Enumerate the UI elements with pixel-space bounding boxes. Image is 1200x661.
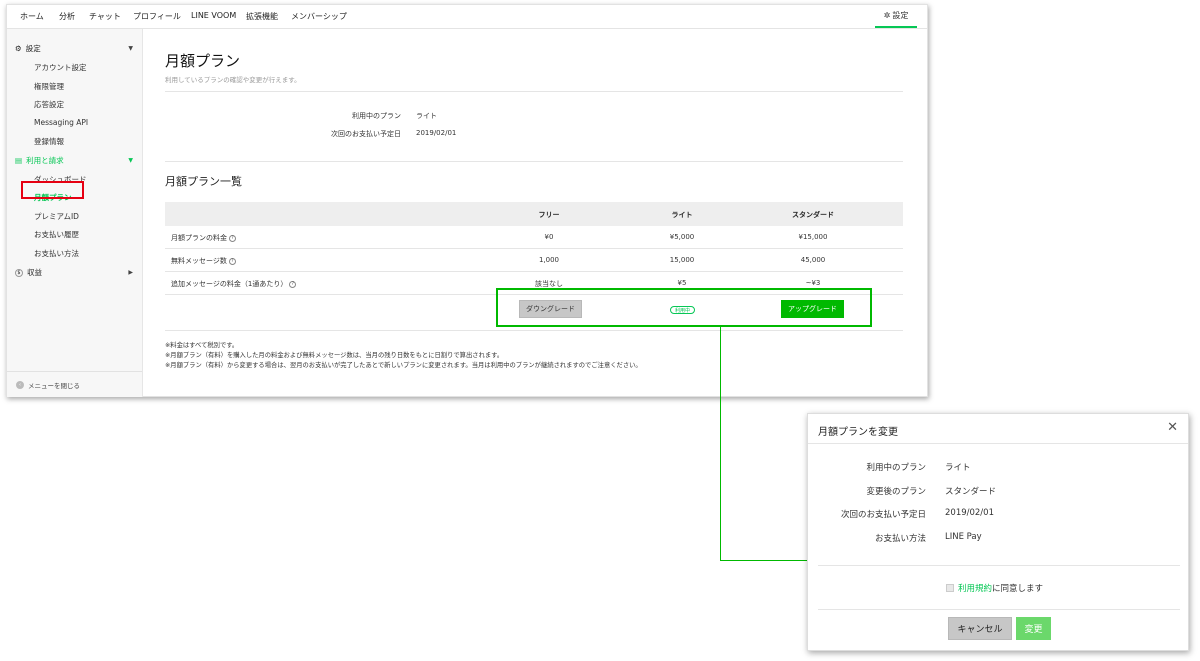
change-plan-modal: 月額プランを変更 ✕ 利用中のプラン ライト 変更後のプラン スタンダード 次回… (807, 413, 1189, 651)
top-navigation: ホーム 分析 チャット プロフィール LINE VOOM 拡張機能 メンバーシッ… (7, 5, 927, 29)
note-text: ※月額プラン（有料）から変更する場合は、翌月のお支払いが完了したあとで新しいプラ… (165, 362, 642, 369)
note-text: ※料金はすべて税別です。 (165, 342, 239, 349)
table-cell: 1,000 (538, 256, 560, 264)
table-header-row: フリー ライト スタンダード (165, 202, 903, 226)
caret-down-icon: ▼ (128, 157, 133, 164)
close-icon[interactable]: ✕ (1167, 420, 1178, 435)
nav-analytics[interactable]: 分析 (59, 11, 75, 22)
receipt-icon: ▤ (15, 156, 23, 165)
table-cell: ¥15,000 (798, 233, 828, 241)
change-button[interactable]: 変更 (1016, 617, 1051, 640)
help-icon[interactable]: ? (228, 257, 236, 265)
modal-next-payment-label: 次回のお支払い予定日 (840, 510, 926, 520)
table-cell: 45,000 (800, 256, 826, 264)
sidebar-item-account-settings[interactable]: アカウント設定 (34, 62, 87, 73)
connector-line (720, 560, 808, 561)
sidebar-section-billing[interactable]: ▤ 利用と請求 ▼ (15, 155, 133, 166)
sidebar-item-payment-history[interactable]: お支払い履歴 (34, 229, 79, 240)
sidebar-section-settings[interactable]: ⚙ 設定 ▼ (15, 43, 133, 54)
terms-link[interactable]: 利用規約 (958, 584, 992, 594)
close-menu-label: メニューを閉じる (28, 381, 80, 390)
sidebar-item-registration-info[interactable]: 登録情報 (34, 136, 64, 147)
table-row: 無料メッセージ数 ? 1,000 15,000 45,000 (165, 249, 903, 272)
nav-home[interactable]: ホーム (20, 11, 44, 22)
nav-profile[interactable]: プロフィール (133, 11, 181, 22)
table-cell: ¥5,000 (669, 233, 695, 241)
nav-settings-tab[interactable]: ✲ 設定 (875, 5, 917, 28)
table-cell: ~¥3 (805, 279, 821, 287)
sidebar-section-label: 設定 (25, 44, 41, 53)
table-header-light: ライト (671, 211, 693, 219)
modal-header: 月額プランを変更 ✕ (808, 414, 1188, 444)
connector-line (720, 327, 721, 561)
highlight-box-monthly-plan (21, 181, 84, 199)
cancel-button[interactable]: キャンセル (948, 617, 1012, 640)
current-plan-value: ライト (416, 112, 437, 120)
terms-agreement: 利用規約に同意します (946, 582, 1043, 594)
sidebar-section-label: 利用と請求 (26, 156, 64, 165)
modal-current-plan-value: ライト (945, 463, 971, 473)
divider (165, 161, 903, 162)
modal-next-payment-value: 2019/02/01 (945, 508, 994, 518)
table-cell: 15,000 (669, 256, 695, 264)
modal-current-plan-label: 利用中のプラン (866, 463, 926, 473)
table-row: 月額プランの料金 ? ¥0 ¥5,000 ¥15,000 (165, 226, 903, 249)
caret-right-icon: ▶ (128, 269, 133, 276)
nav-line-voom[interactable]: LINE VOOM (191, 11, 236, 20)
modal-payment-method-label: お支払い方法 (874, 534, 926, 544)
modal-new-plan-label: 変更後のプラン (866, 487, 926, 497)
row-label: 追加メッセージの料金（1通あたり） ? (171, 279, 297, 289)
row-label-text: 追加メッセージの料金（1通あたり） (171, 280, 288, 288)
sidebar-item-payment-method[interactable]: お支払い方法 (34, 248, 79, 259)
terms-checkbox[interactable] (946, 584, 954, 592)
modal-new-plan-value: スタンダード (945, 487, 997, 497)
table-cell: ¥0 (544, 233, 554, 241)
current-plan-label: 利用中のプラン (352, 112, 401, 120)
main-content: 月額プラン 利用しているプランの確認や変更が行えます。 利用中のプラン ライト … (165, 29, 903, 397)
sidebar-item-premium-id[interactable]: プレミアムID (34, 211, 79, 222)
sidebar-item-permissions[interactable]: 権限管理 (34, 81, 64, 92)
plan-list-title: 月額プラン一覧 (165, 175, 242, 188)
sidebar-section-revenue[interactable]: $ 収益 ▶ (15, 267, 133, 278)
gear-icon: ✲ (883, 11, 891, 20)
sidebar: ⚙ 設定 ▼ アカウント設定 権限管理 応答設定 Messaging API 登… (7, 29, 143, 397)
sidebar-item-response-settings[interactable]: 応答設定 (34, 99, 64, 110)
note-text: ※月額プラン（有料）を購入した月の料金および無料メッセージ数は、当月の残り日数を… (165, 352, 504, 359)
next-payment-label: 次回のお支払い予定日 (331, 130, 401, 138)
row-label-text: 無料メッセージ数 (171, 257, 227, 265)
row-label: 月額プランの料金 ? (171, 233, 236, 243)
divider (165, 91, 903, 92)
close-menu-button[interactable]: ‹ メニューを閉じる (7, 371, 142, 397)
nav-settings-label: 設定 (892, 11, 909, 20)
help-icon[interactable]: ? (289, 280, 297, 288)
highlight-box-plan-actions (496, 288, 872, 327)
table-header-standard: スタンダード (792, 211, 834, 219)
table-header-free: フリー (538, 211, 560, 219)
divider (818, 565, 1180, 566)
main-window: ホーム 分析 チャット プロフィール LINE VOOM 拡張機能 メンバーシッ… (6, 4, 928, 397)
help-icon[interactable]: ? (229, 234, 236, 242)
table-cell: ¥5 (677, 279, 687, 287)
modal-payment-method-value: LINE Pay (945, 532, 982, 542)
nav-membership[interactable]: メンバーシップ (291, 11, 347, 22)
coin-icon: $ (15, 268, 23, 277)
chevron-left-icon: ‹ (16, 380, 24, 389)
nav-chat[interactable]: チャット (89, 11, 121, 22)
caret-down-icon: ▼ (128, 45, 133, 52)
row-label: 無料メッセージ数 ? (171, 256, 236, 266)
gear-icon: ⚙ (15, 44, 22, 53)
modal-title: 月額プランを変更 (818, 427, 898, 438)
terms-suffix: に同意します (992, 584, 1044, 594)
row-label-text: 月額プランの料金 (171, 234, 227, 242)
next-payment-value: 2019/02/01 (416, 129, 457, 137)
divider (818, 609, 1180, 610)
nav-extensions[interactable]: 拡張機能 (246, 11, 278, 22)
sidebar-item-messaging-api[interactable]: Messaging API (34, 118, 88, 127)
page-subtitle: 利用しているプランの確認や変更が行えます。 (165, 76, 301, 84)
page-title: 月額プラン (165, 52, 241, 70)
sidebar-section-label: 収益 (27, 268, 42, 277)
